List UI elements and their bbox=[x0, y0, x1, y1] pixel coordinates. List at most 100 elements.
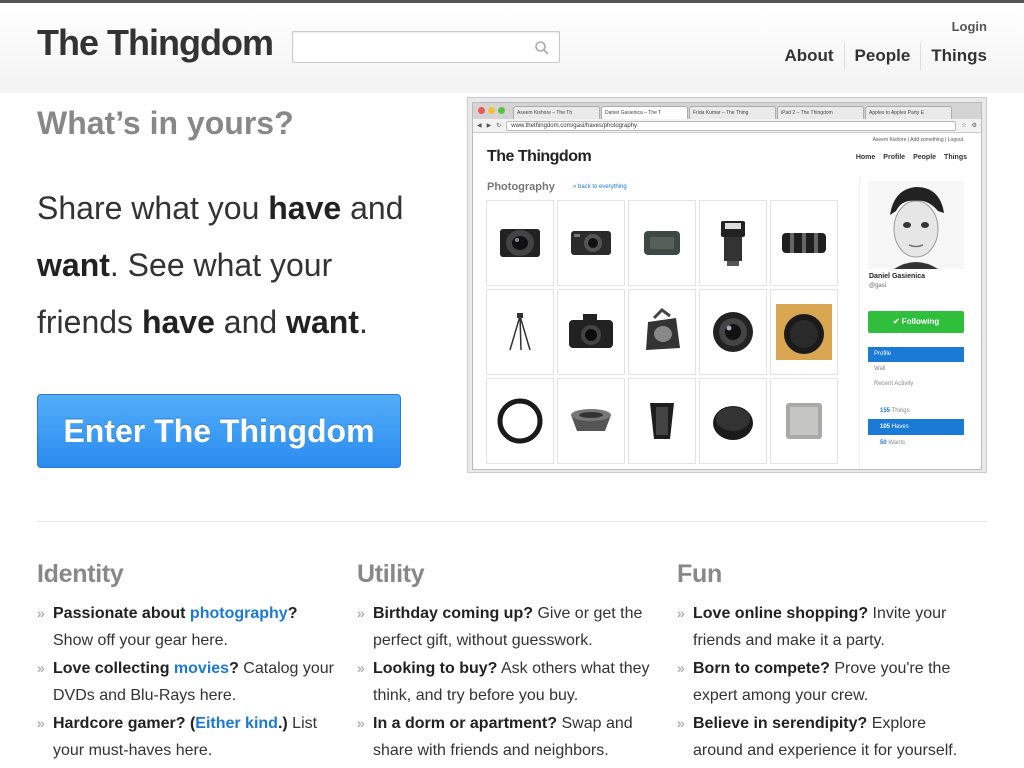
thing-tile bbox=[628, 289, 696, 375]
nav-people[interactable]: People bbox=[843, 42, 921, 70]
browser-tabbar: Aseem Kishore – The Th Daniel Gasienica … bbox=[473, 103, 981, 119]
mini-logo: The Thingdom bbox=[487, 148, 592, 165]
column-fun: Fun » Love online shopping? Invite your f… bbox=[677, 560, 977, 765]
main-nav: About People Things bbox=[774, 42, 987, 70]
site-logo[interactable]: The Thingdom bbox=[37, 22, 274, 64]
thing-tile bbox=[770, 289, 838, 375]
avatar bbox=[868, 181, 964, 269]
list-item: » Believe in serendipity? Explore around … bbox=[677, 710, 977, 764]
mini-page: Aseem Kishore | Add something | Logout T… bbox=[473, 133, 981, 469]
browser-window: Aseem Kishore – The Th Daniel Gasienica … bbox=[472, 102, 982, 470]
thing-tile bbox=[699, 200, 767, 286]
nav-about[interactable]: About bbox=[774, 42, 843, 70]
browser-tab: Frida Kumar – The Thing bbox=[689, 106, 776, 119]
battery-icon bbox=[644, 231, 680, 255]
prime-lens-icon bbox=[713, 312, 753, 352]
search-input[interactable] bbox=[293, 32, 523, 62]
bullet-icon: » bbox=[357, 660, 365, 676]
profile-name: Daniel Gasienica bbox=[869, 273, 926, 280]
list-item: » In a dorm or apartment? Swap and share … bbox=[357, 710, 657, 764]
reload-icon: ↻ bbox=[496, 123, 502, 129]
pitch-text: Share what you bbox=[37, 190, 269, 226]
item-lead: Hardcore gamer? ( bbox=[53, 715, 196, 732]
pitch-text: . bbox=[358, 304, 368, 340]
lens-icon bbox=[500, 229, 540, 257]
item-lead: Looking to buy? bbox=[373, 660, 498, 677]
mini-thing-grid bbox=[486, 200, 838, 464]
list-item: » Passionate about photography? Show off … bbox=[37, 600, 337, 654]
count-label: Haves bbox=[891, 424, 909, 430]
thing-tile bbox=[557, 200, 625, 286]
login-link[interactable]: Login bbox=[952, 19, 987, 34]
lens-cap-icon bbox=[776, 304, 832, 360]
pitch-emphasis: have bbox=[268, 190, 342, 226]
browser-tab: Aseem Kishore – The Th bbox=[513, 106, 600, 119]
thing-tile bbox=[628, 200, 696, 286]
item-lead: Love collecting bbox=[53, 660, 174, 677]
item-lead: ? bbox=[229, 660, 239, 677]
body-cap-icon bbox=[713, 406, 753, 440]
thing-tile bbox=[557, 378, 625, 464]
thing-tile bbox=[699, 378, 767, 464]
item-lead: Birthday coming up? bbox=[373, 605, 533, 622]
thing-tile bbox=[486, 289, 554, 375]
bullet-icon: » bbox=[37, 660, 45, 676]
count-label: Wants bbox=[888, 440, 906, 446]
bullet-icon: » bbox=[357, 715, 365, 731]
hero-pitch: Share what you have and want. See what y… bbox=[37, 180, 437, 351]
enter-thingdom-button[interactable]: Enter The Thingdom bbox=[37, 394, 401, 468]
either-kind-link[interactable]: Either kind bbox=[195, 715, 278, 732]
mini-nav-item: People bbox=[913, 154, 937, 161]
list-item: » Love collecting movies? Catalog your DV… bbox=[37, 655, 337, 709]
column-title: Utility bbox=[357, 560, 425, 588]
search-box[interactable] bbox=[292, 31, 560, 63]
item-lead: Believe in serendipity? bbox=[693, 715, 868, 732]
item-lead: Passionate about bbox=[53, 605, 190, 622]
section-divider bbox=[37, 521, 987, 522]
count-number: 50 bbox=[880, 440, 887, 446]
thing-tile bbox=[770, 200, 838, 286]
compact-camera-icon bbox=[571, 231, 611, 255]
mini-nav-item: Home bbox=[855, 154, 876, 161]
browser-addressbar: ◀ ▶ ↻ www.thethingdom.com/gasi/haves/pho… bbox=[473, 119, 981, 133]
bullet-icon: » bbox=[677, 660, 685, 676]
pitch-text: and bbox=[214, 304, 287, 340]
thing-tile bbox=[557, 289, 625, 375]
mini-nav-item: Things bbox=[944, 154, 967, 161]
thing-tile bbox=[628, 378, 696, 464]
list-item: » Love online shopping? Invite your frien… bbox=[677, 600, 977, 654]
mini-back-link: « back to everything bbox=[573, 184, 627, 190]
profile-menu-item: Recent Activity bbox=[874, 381, 914, 387]
count-number: 105 bbox=[880, 424, 891, 430]
mini-nav: Home Profile People Things bbox=[856, 154, 967, 161]
thing-tile bbox=[486, 200, 554, 286]
thing-tile bbox=[770, 378, 838, 464]
list-item: » Born to compete? Prove you're the exper… bbox=[677, 655, 977, 709]
mini-top-links: Aseem Kishore | Add something | Logout bbox=[872, 137, 963, 143]
forward-arrow-icon: ▶ bbox=[486, 123, 492, 129]
photography-link[interactable]: photography bbox=[190, 605, 288, 622]
movies-link[interactable]: movies bbox=[174, 660, 229, 677]
product-screenshot: Aseem Kishore – The Th Daniel Gasienica … bbox=[467, 97, 987, 473]
item-lead: .) bbox=[277, 715, 288, 732]
browser-tab: Daniel Gasienica – The T bbox=[601, 106, 688, 119]
following-button: ✔ Following bbox=[868, 311, 964, 333]
list-item: » Hardcore gamer? (Either kind.) List you… bbox=[37, 710, 337, 764]
item-text: Show off your gear here. bbox=[53, 632, 228, 649]
list-item: » Birthday coming up? Give or get the per… bbox=[357, 600, 657, 654]
star-icon: ☆ bbox=[961, 123, 967, 129]
profile-menu-item: Profile bbox=[868, 347, 964, 362]
mini-nav-item: Profile bbox=[883, 154, 906, 161]
search-icon[interactable] bbox=[534, 40, 550, 56]
nav-things[interactable]: Things bbox=[920, 42, 987, 70]
count-haves: 105 Haves bbox=[868, 419, 964, 435]
mini-category-title: Photography bbox=[487, 181, 555, 193]
pitch-text: and bbox=[341, 190, 404, 226]
thing-tile bbox=[699, 289, 767, 375]
zoom-lens-icon bbox=[782, 233, 826, 253]
bullet-icon: » bbox=[357, 605, 365, 621]
close-dot-icon bbox=[478, 107, 485, 114]
tripod-icon bbox=[509, 313, 531, 351]
item-lead: In a dorm or apartment? bbox=[373, 715, 558, 732]
flash-icon bbox=[721, 221, 745, 266]
